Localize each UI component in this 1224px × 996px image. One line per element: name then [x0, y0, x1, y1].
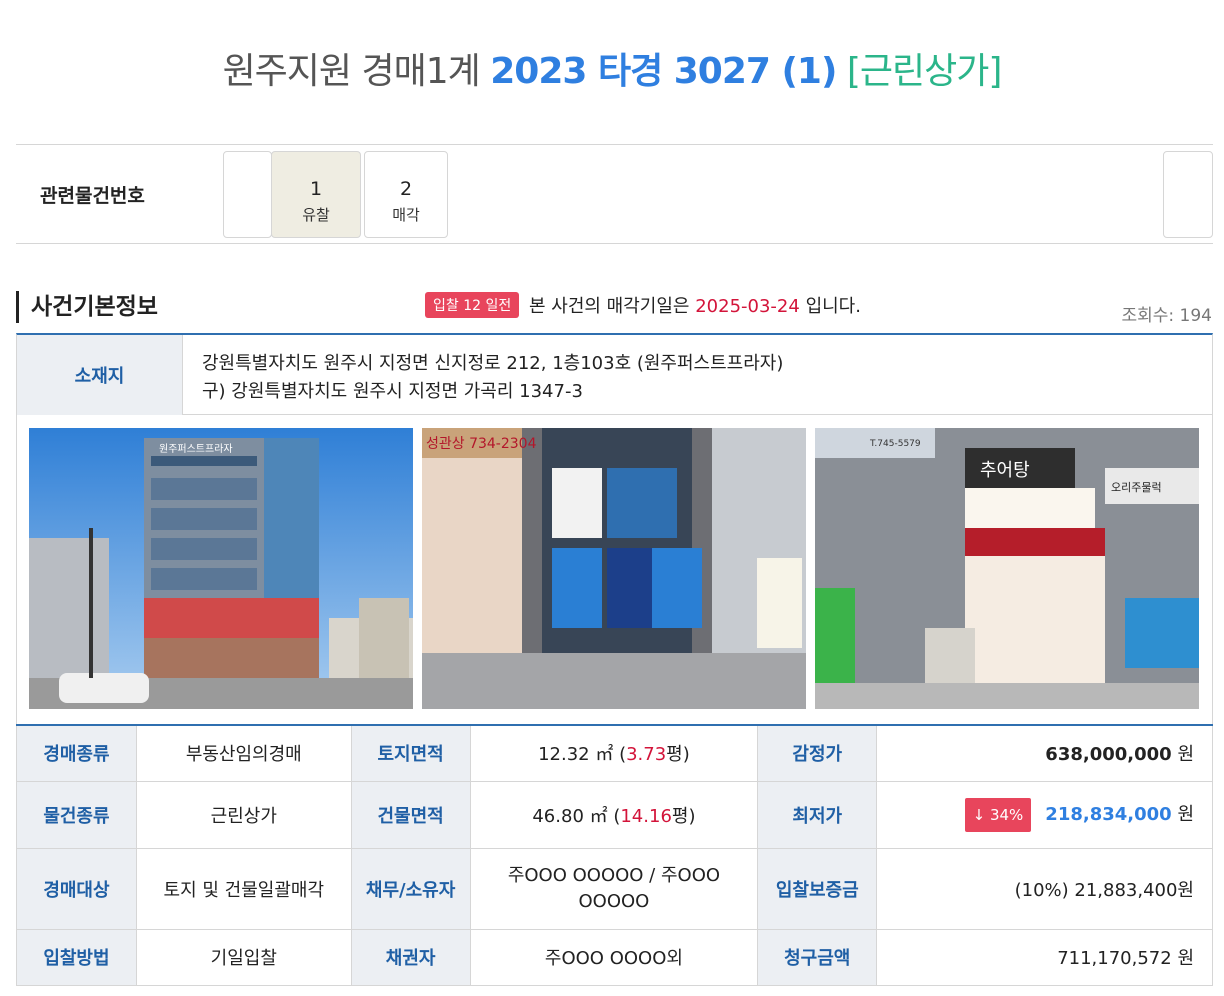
auction-type-value: 부동산임의경매	[135, 724, 352, 782]
related-item-number: 1	[309, 178, 323, 200]
land-area-m2: 12.32 ㎡ (	[538, 744, 627, 766]
notice-prefix: 본 사건의 매각기일은	[529, 296, 690, 317]
min-price-value: ↓ 34% 218,834,000 원	[876, 780, 1213, 849]
section-title: 사건기본정보	[16, 291, 158, 323]
bid-deposit-value: (10%) 21,883,400원	[876, 847, 1213, 930]
court-name: 원주지원 경매1계	[222, 51, 481, 92]
appraisal-label: 감정가	[757, 724, 878, 782]
days-left-badge: 입찰 12 일전	[425, 292, 520, 318]
auction-target-value: 토지 및 건물일괄매각	[135, 847, 352, 930]
notice-suffix: 입니다.	[805, 296, 861, 317]
won-unit: 원	[1177, 744, 1194, 766]
claim-amount-value: 711,170,572 원	[876, 928, 1213, 986]
related-items-bar: 관련물건번호 1 유찰 2 매각	[16, 144, 1213, 244]
ori-sign-text: 오리주물럭	[1111, 481, 1162, 494]
page-title: 원주지원 경매1계 2023 타경 3027 (1) [근린상가]	[0, 42, 1224, 94]
case-number: 2023 타경 3027 (1)	[490, 51, 837, 92]
photo-gallery: 원주퍼스트프라자 성관상 734-2304 T.745-5579 추어탕 오리주…	[16, 415, 1213, 725]
auction-type-label: 경매종류	[16, 724, 137, 782]
related-item-status: 매각	[392, 206, 420, 224]
building-area-value: 46.80 ㎡ (14.16평)	[469, 780, 759, 849]
shop-sign-text: 성관상 734-2304	[426, 436, 537, 452]
case-info-table: 경매종류 부동산임의경매 토지면적 12.32 ㎡ (3.73평) 감정가 63…	[16, 724, 1213, 986]
building-area-m2: 46.80 ㎡ (	[532, 805, 621, 827]
view-count: 조회수: 194	[1121, 306, 1213, 326]
won-unit: 원	[1177, 803, 1194, 825]
building-area-unit: 평)	[671, 805, 696, 827]
appraisal-amount: 638,000,000	[1045, 744, 1172, 766]
item-type-value: 근린상가	[135, 780, 352, 849]
building-area-label: 건물면적	[350, 780, 471, 849]
related-item-status: 유찰	[302, 206, 330, 224]
land-area-unit: 평)	[666, 744, 690, 766]
min-price-amount: 218,834,000	[1045, 803, 1172, 825]
debtor-owner-label: 채무/소유자	[350, 847, 471, 930]
land-area-pyeong: 3.73	[626, 744, 667, 766]
table-row: 경매종류 부동산임의경매 토지면적 12.32 ㎡ (3.73평) 감정가 63…	[16, 724, 1213, 782]
related-item-1[interactable]: 1 유찰	[271, 151, 361, 238]
land-area-label: 토지면적	[350, 724, 471, 782]
related-prev-button[interactable]	[223, 151, 272, 238]
bid-method-label: 입찰방법	[16, 928, 137, 986]
discount-badge: ↓ 34%	[964, 797, 1032, 832]
creditor-label: 채권자	[350, 928, 471, 986]
photo-building-exterior[interactable]: 원주퍼스트프라자	[29, 428, 413, 709]
min-price-label: 최저가	[757, 780, 878, 849]
tel-sign-text: T.745-5579	[869, 439, 921, 449]
bid-deposit-label: 입찰보증금	[757, 847, 878, 930]
debtor-owner-value: 주OOO OOOOO / 주OOO OOOOO	[469, 847, 759, 930]
location-label: 소재지	[17, 335, 183, 415]
auction-target-label: 경매대상	[16, 847, 137, 930]
table-row: 입찰방법 기일입찰 채권자 주OOO OOOO외 청구금액 711,170,57…	[16, 928, 1213, 986]
related-item-number: 2	[399, 178, 413, 200]
bid-method-value: 기일입찰	[135, 928, 352, 986]
creditor-value: 주OOO OOOO외	[469, 928, 759, 986]
related-item-2[interactable]: 2 매각	[364, 151, 448, 238]
related-next-button[interactable]	[1163, 151, 1213, 238]
photo-side-shops[interactable]: T.745-5579 추어탕 오리주물럭	[815, 428, 1199, 709]
appraisal-value: 638,000,000 원	[876, 724, 1213, 782]
address-old: 구) 강원특별자치도 원주시 지정면 가곡리 1347-3	[202, 381, 583, 402]
photo-storefront-entrance[interactable]: 성관상 734-2304	[422, 428, 806, 709]
table-row: 물건종류 근린상가 건물면적 46.80 ㎡ (14.16평) 최저가 ↓ 34…	[16, 780, 1213, 849]
sale-date: 2025-03-24	[695, 296, 800, 317]
property-kind: [근린상가]	[846, 51, 1003, 92]
building-area-pyeong: 14.16	[620, 805, 672, 827]
location-row: 소재지 강원특별자치도 원주시 지정면 신지정로 212, 1층103호 (원주…	[16, 333, 1213, 415]
item-type-label: 물건종류	[16, 780, 137, 849]
chueotang-sign-text: 추어탕	[980, 460, 1030, 481]
location-address: 강원특별자치도 원주시 지정면 신지정로 212, 1층103호 (원주퍼스트프…	[202, 350, 783, 406]
claim-amount-label: 청구금액	[757, 928, 878, 986]
building-sign-text: 원주퍼스트프라자	[159, 443, 233, 455]
sale-date-notice: 본 사건의 매각기일은 2025-03-24 입니다.	[529, 292, 861, 318]
land-area-value: 12.32 ㎡ (3.73평)	[469, 724, 759, 782]
related-items-label: 관련물건번호	[40, 185, 145, 207]
address-new: 강원특별자치도 원주시 지정면 신지정로 212, 1층103호 (원주퍼스트프…	[202, 353, 784, 374]
table-row: 경매대상 토지 및 건물일괄매각 채무/소유자 주OOO OOOOO / 주OO…	[16, 847, 1213, 930]
